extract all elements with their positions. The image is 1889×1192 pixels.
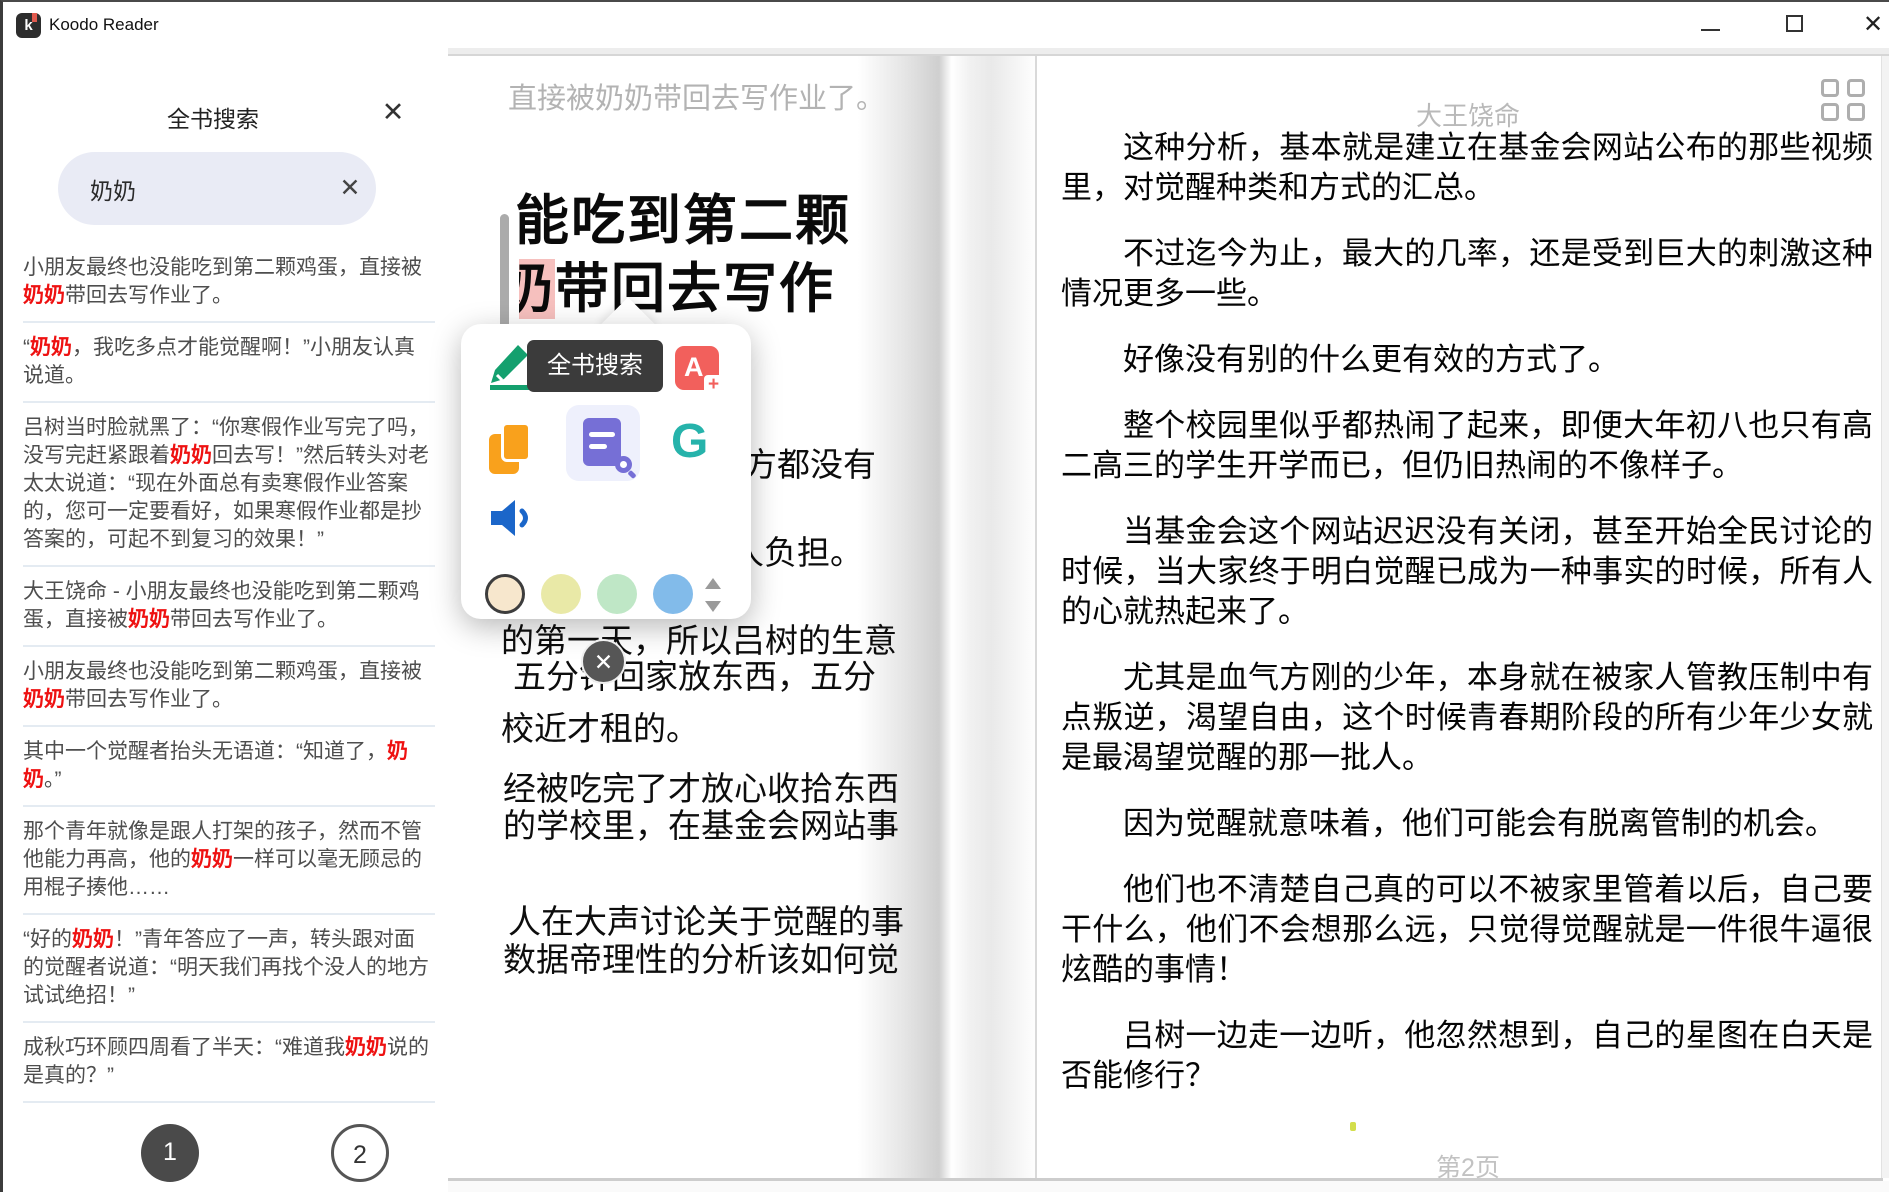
dismiss-selection-button[interactable]: ✕	[581, 639, 626, 684]
grid-view-icon[interactable]	[1821, 79, 1867, 125]
highlight-color-swatch[interactable]	[541, 574, 581, 614]
paragraph: 他们也不清楚自己真的可以不被家里管着以后，自己要干什么，他们不会想那么远，只觉得…	[1061, 870, 1873, 990]
highlighter-pen-icon[interactable]	[487, 342, 531, 390]
paragraph: 这种分析，基本就是建立在基金会网站公布的那些视频里，对觉醒种类和方式的汇总。	[1061, 128, 1873, 208]
search-result-item[interactable]: 大王饶命 - 小朋友最终也没能吃到第二颗鸡蛋，直接被奶奶带回去写作业了。	[23, 567, 435, 647]
page-number-footer: 第2页	[1063, 1148, 1873, 1184]
doc-line	[589, 432, 615, 437]
left-page-text-line: 数据帝理性的分析该如何觉	[503, 933, 899, 981]
app-logo-icon: k	[16, 13, 41, 38]
highlight-color-swatch[interactable]	[485, 574, 525, 614]
right-page-text: 这种分析，基本就是建立在基金会网站公布的那些视频里，对觉醒种类和方式的汇总。不过…	[1061, 128, 1873, 1122]
highlight-color-swatch[interactable]	[653, 574, 693, 614]
google-search-icon[interactable]: G	[671, 414, 721, 470]
paragraph: 尤其是血气方刚的少年，本身就在被家人管教压制中有点叛逆，渴望自由，这个时候青春期…	[1061, 658, 1873, 778]
app-title: Koodo Reader	[49, 15, 159, 35]
close-window-button[interactable]: ✕	[1853, 2, 1889, 44]
magnifier-handle	[627, 470, 636, 479]
search-panel-close-button[interactable]: ✕	[377, 96, 409, 128]
grid-square	[1821, 103, 1839, 121]
copy-icon[interactable]	[489, 422, 535, 480]
left-page-text-line: 五分钟回家放东西，五分	[513, 650, 876, 698]
search-result-item[interactable]: 吕树当时脸就黑了：“你寒假作业写完了吗，没写完赶紧跟着奶奶回去写！”然后转头对老…	[23, 403, 435, 567]
paragraph: 好像没有别的什么更有效的方式了。	[1061, 340, 1873, 380]
left-page-text-line: 的学校里，在基金会网站事	[503, 799, 899, 847]
plus-badge: +	[704, 375, 723, 394]
search-field-container: ✕	[58, 152, 376, 225]
highlight-dot	[1350, 1122, 1356, 1131]
titlebar: k Koodo Reader ✕	[3, 2, 1889, 48]
search-result-item[interactable]: “奶奶，我吃多点才能觉醒啊！”小朋友认真说道。	[23, 323, 435, 403]
paragraph: 因为觉醒就意味着，他们可能会有脱离管制的机会。	[1061, 804, 1873, 844]
search-result-item[interactable]: 小朋友最终也没能吃到第二颗鸡蛋，直接被奶奶带回去写作业了。	[23, 243, 435, 323]
search-result-item[interactable]: “好的奶奶！”青年答应了一声，转头跟对面的觉醒者说道：“明天我们再找个没人的地方…	[23, 915, 435, 1023]
sort-up-icon	[705, 578, 721, 589]
sort-down-icon	[705, 601, 721, 612]
right-page-outer-edge	[1881, 56, 1889, 1178]
doc-line	[589, 444, 607, 449]
maximize-button[interactable]	[1772, 2, 1818, 44]
search-result-item[interactable]: 其中一个觉醒者抬头无语道：“知道了，奶奶。”	[23, 727, 435, 807]
copy-page-front	[501, 422, 531, 462]
results-page-1-button[interactable]: 1	[141, 1124, 199, 1182]
text-selection-popup: A + 全书搜索 G	[461, 324, 751, 619]
search-result-item[interactable]: 小朋友最终也没能吃到第二颗鸡蛋，直接被奶奶带回去写作业了。	[23, 647, 435, 727]
search-panel-title: 全书搜索	[3, 100, 423, 134]
left-page-magnified-line2: 奶带回去写作	[499, 244, 835, 323]
paragraph: 整个校园里似乎都热闹了起来，即便大年初八也只有高二高三的学生开学而已，但仍旧热闹…	[1061, 406, 1873, 486]
tooltip: 全书搜索	[527, 340, 663, 392]
search-results-list: 小朋友最终也没能吃到第二颗鸡蛋，直接被奶奶带回去写作业了。“奶奶，我吃多点才能觉…	[23, 243, 435, 1118]
close-icon: ✕	[1863, 10, 1883, 39]
grid-square	[1847, 103, 1865, 121]
minimize-button[interactable]	[1687, 2, 1733, 44]
left-page-faded-line: 直接被奶奶带回去写作业了。	[508, 75, 885, 117]
right-page-left-edge	[1035, 56, 1037, 1178]
speaker-tts-icon[interactable]	[488, 496, 534, 540]
minimize-icon	[1701, 29, 1720, 31]
bookmark-icon	[32, 13, 37, 22]
page-top-edge	[433, 48, 1889, 56]
grid-square	[1847, 79, 1865, 97]
clear-search-icon[interactable]: ✕	[334, 172, 366, 204]
koodo-reader-window: 直接被奶奶带回去写作业了。 能吃到第二颗 奶带回去写作 双方都没有人负担。的第一…	[0, 0, 1889, 1192]
results-page-2-button[interactable]: 2	[331, 1124, 389, 1182]
paragraph: 吕树一边走一边听，他忽然想到，自己的星图在白天是否能修行？	[1061, 1016, 1873, 1096]
highlight-color-swatch[interactable]	[597, 574, 637, 614]
sort-arrows-icon[interactable]	[705, 578, 721, 612]
paragraph: 当基金会这个网站迟迟没有关闭，甚至开始全民讨论的时候，当大家终于明白觉醒已成为一…	[1061, 512, 1873, 632]
translate-font-icon[interactable]: A +	[675, 346, 719, 390]
search-panel: 全书搜索 ✕ ✕ 小朋友最终也没能吃到第二颗鸡蛋，直接被奶奶带回去写作业了。“奶…	[3, 48, 448, 1192]
search-input[interactable]	[90, 152, 320, 225]
grid-square	[1821, 79, 1839, 97]
left-page-text-line: 校近才租的。	[501, 702, 699, 750]
document-shape	[583, 418, 621, 466]
search-result-item[interactable]: 成秋巧环顾四周看了半天：“难道我奶奶说的是真的？”	[23, 1023, 435, 1103]
document-search-icon[interactable]	[566, 405, 640, 481]
paragraph: 不过迄今为止，最大的几率，还是受到巨大的刺激这种情况更多一些。	[1061, 234, 1873, 314]
maximize-icon	[1786, 15, 1803, 32]
search-result-item[interactable]: 那个青年就像是跟人打架的孩子，然而不管他能力再高，他的奶奶一样可以毫无顾忌的用棍…	[23, 807, 435, 915]
